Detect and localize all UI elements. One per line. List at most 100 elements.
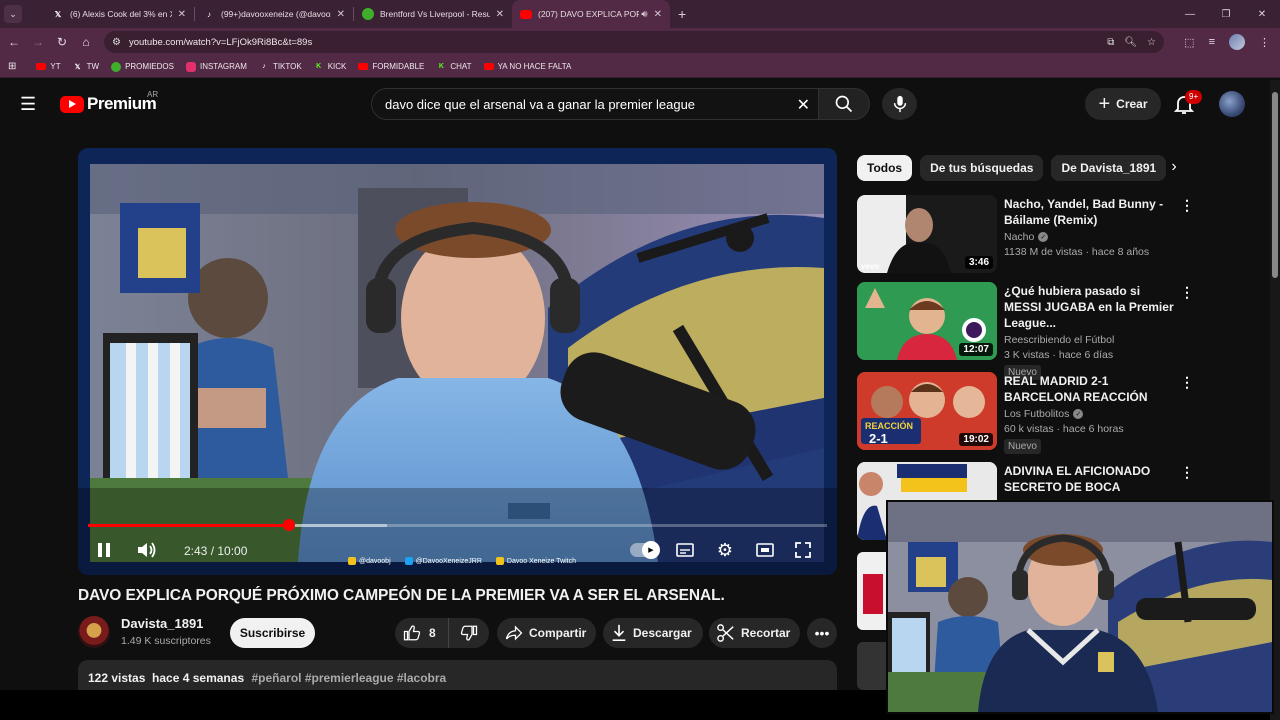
scrollbar-thumb[interactable] — [1272, 92, 1278, 278]
close-icon[interactable]: ✕ — [178, 9, 186, 20]
download-button[interactable]: Descargar — [603, 618, 703, 648]
menu-hamburger-icon[interactable]: ☰ — [20, 94, 40, 114]
search-query: davo dice que el arsenal va a ganar la p… — [385, 96, 696, 112]
recommendation-thumbnail-stub[interactable] — [857, 642, 887, 690]
browser-tab-2[interactable]: Brentford Vs Liverpool - Result ✕ — [354, 0, 512, 28]
clear-search-icon[interactable]: ✕ — [797, 95, 810, 115]
pause-button[interactable] — [94, 539, 114, 561]
video-thumbnail[interactable]: REACCIÓN 2-1 19:02 — [857, 372, 997, 450]
bookmark-tw[interactable]: 𝕏 TW — [73, 62, 99, 72]
apps-grid-icon[interactable]: ⊞ — [8, 61, 16, 72]
speaker-icon[interactable]: 🔊︎ — [641, 9, 647, 20]
svg-text:REACCIÓN: REACCIÓN — [865, 420, 913, 431]
restore-icon[interactable]: ❐ — [1208, 9, 1244, 20]
chip-todos[interactable]: Todos — [857, 155, 913, 181]
more-vertical-icon[interactable]: ⋮ — [1180, 374, 1194, 391]
close-icon[interactable]: ✕ — [654, 9, 662, 20]
theater-mode-button[interactable] — [754, 539, 776, 561]
progress-bar[interactable] — [88, 519, 827, 531]
bookmark-instagram[interactable]: INSTAGRAM — [185, 61, 247, 72]
youtube-premium-logo[interactable]: Premium AR — [60, 90, 158, 114]
account-avatar[interactable] — [1219, 91, 1245, 117]
dislike-button[interactable] — [449, 624, 489, 642]
home-icon[interactable]: ⌂ — [74, 35, 98, 49]
youtube-header: ☰ Premium AR davo dice que el arsenal va… — [0, 80, 1270, 128]
video-player[interactable]: 2:43 / 10:00 @davoobj @DavooXeneizeJRR D… — [78, 148, 837, 575]
zoom-icon[interactable]: 🔍︎ — [1124, 37, 1137, 48]
close-window-icon[interactable]: ✕ — [1244, 9, 1280, 20]
settings-button[interactable]: ⚙ — [714, 539, 736, 561]
bookmark-label: TW — [86, 62, 100, 71]
clip-button[interactable]: Recortar — [709, 618, 800, 648]
bookmark-yt[interactable]: YT — [36, 62, 61, 71]
recommendation-channel[interactable]: Reescribiendo el Fútbol — [1004, 334, 1174, 346]
close-icon[interactable]: ✕ — [496, 9, 504, 20]
voice-search-button[interactable] — [882, 88, 917, 120]
recommendation-title[interactable]: ADIVINA EL AFICIONADO SECRETO DE BOCA — [1004, 463, 1174, 495]
bookmark-kick[interactable]: K KICK — [314, 62, 346, 72]
channel-name[interactable]: Davista_1891 — [121, 616, 203, 631]
more-horizontal-icon: ••• — [814, 625, 830, 641]
tab-search-button[interactable]: ⌄ — [4, 5, 22, 23]
like-button[interactable]: 8 — [395, 618, 449, 648]
thumbnail-image — [863, 574, 883, 614]
browser-tab-3[interactable]: (207) DAVO EXPLICA PORQ 🔊︎ ✕ — [512, 0, 670, 28]
recommendation-channel[interactable]: Nacho ✓ — [1004, 231, 1174, 243]
close-icon[interactable]: ✕ — [337, 9, 345, 20]
svg-text:2-1: 2-1 — [869, 431, 888, 446]
bookmark-promiedos[interactable]: PROMIEDOS — [111, 61, 174, 72]
overlay-twitter: @DavooXeneizeJRR — [404, 557, 482, 565]
cast-icon[interactable]: ⧉ — [1107, 37, 1114, 48]
browser-tab-0[interactable]: 𝕏 (6) Alexis Cook del 3% en X: "@ ✕ — [44, 0, 194, 28]
subtitles-button[interactable] — [674, 539, 696, 561]
site-info-icon[interactable]: ⚙ — [112, 37, 121, 48]
profile-icon[interactable] — [1229, 34, 1245, 50]
extensions-icon[interactable]: ⬚ — [1184, 36, 1194, 49]
video-thumbnail[interactable]: 12:07 — [857, 282, 997, 360]
back-icon[interactable]: ← — [2, 35, 26, 49]
new-tab-button[interactable]: + — [678, 6, 686, 22]
bookmark-tiktok[interactable]: ♪ TIKTOK — [259, 62, 302, 72]
reload-icon[interactable]: ↻ — [50, 35, 74, 49]
svg-text:vevo: vevo — [861, 262, 879, 271]
fullscreen-button[interactable] — [792, 539, 814, 561]
bookmark-ya-no-hace-falta[interactable]: YA NO HACE FALTA — [483, 62, 571, 71]
recommendation-title[interactable]: ¿Qué hubiera pasado si MESSI JUGABA en l… — [1004, 283, 1174, 331]
subscribe-button[interactable]: Suscribirse — [230, 618, 315, 648]
video-duration: 3:46 — [964, 256, 993, 269]
bookmark-label: YT — [50, 62, 61, 71]
search-button[interactable] — [818, 88, 870, 120]
media-icon[interactable]: ≡ — [1209, 36, 1215, 48]
plus-icon: + — [1098, 92, 1111, 115]
address-bar[interactable]: ⚙ youtube.com/watch?v=LFjOk9Ri8Bc&t=89s … — [104, 31, 1164, 53]
chevron-right-icon[interactable]: › — [1164, 158, 1184, 178]
video-thumbnail[interactable]: vevo 3:46 — [857, 195, 997, 273]
volume-button[interactable] — [136, 539, 158, 561]
download-label: Descargar — [633, 626, 692, 640]
recommendation-title[interactable]: Nacho, Yandel, Bad Bunny - Báilame (Remi… — [1004, 196, 1174, 228]
recommendation-thumbnail-stub[interactable] — [857, 552, 887, 630]
hashtags[interactable]: #peñarol #premierleague #lacobra — [251, 671, 446, 685]
chip-de-davista[interactable]: De Davista_1891 — [1051, 155, 1167, 181]
scrubber-handle[interactable] — [283, 519, 295, 531]
more-vertical-icon[interactable]: ⋮ — [1180, 197, 1194, 214]
bookmark-star-icon[interactable]: ☆ — [1147, 37, 1156, 48]
chip-de-tus-busquedas[interactable]: De tus búsquedas — [920, 155, 1044, 181]
search-input[interactable]: davo dice que el arsenal va a ganar la p… — [371, 88, 818, 120]
bookmark-formidable[interactable]: FORMIDABLE — [358, 62, 424, 71]
recommendation-channel[interactable]: Los Futbolitos ✓ — [1004, 408, 1174, 420]
bookmark-chat[interactable]: K CHAT — [436, 62, 472, 72]
minimize-icon[interactable]: — — [1172, 9, 1208, 20]
create-button[interactable]: + Crear — [1085, 88, 1161, 120]
more-vertical-icon[interactable]: ⋮ — [1180, 284, 1194, 301]
more-vertical-icon[interactable]: ⋮ — [1180, 464, 1194, 481]
forward-icon[interactable]: → — [26, 35, 50, 49]
recommendation-title[interactable]: REAL MADRID 2-1 BARCELONA REACCIÓN — [1004, 373, 1174, 405]
youtube-logo-icon — [60, 95, 84, 113]
menu-icon[interactable]: ⋮ — [1259, 36, 1270, 49]
channel-avatar[interactable] — [78, 616, 110, 648]
more-actions-button[interactable]: ••• — [807, 618, 837, 648]
browser-tab-1[interactable]: ♪ (99+)davooxeneize (@davooxen ✕ — [195, 0, 353, 28]
autoplay-toggle[interactable]: ▶ — [630, 541, 660, 559]
share-button[interactable]: Compartir — [497, 618, 596, 648]
